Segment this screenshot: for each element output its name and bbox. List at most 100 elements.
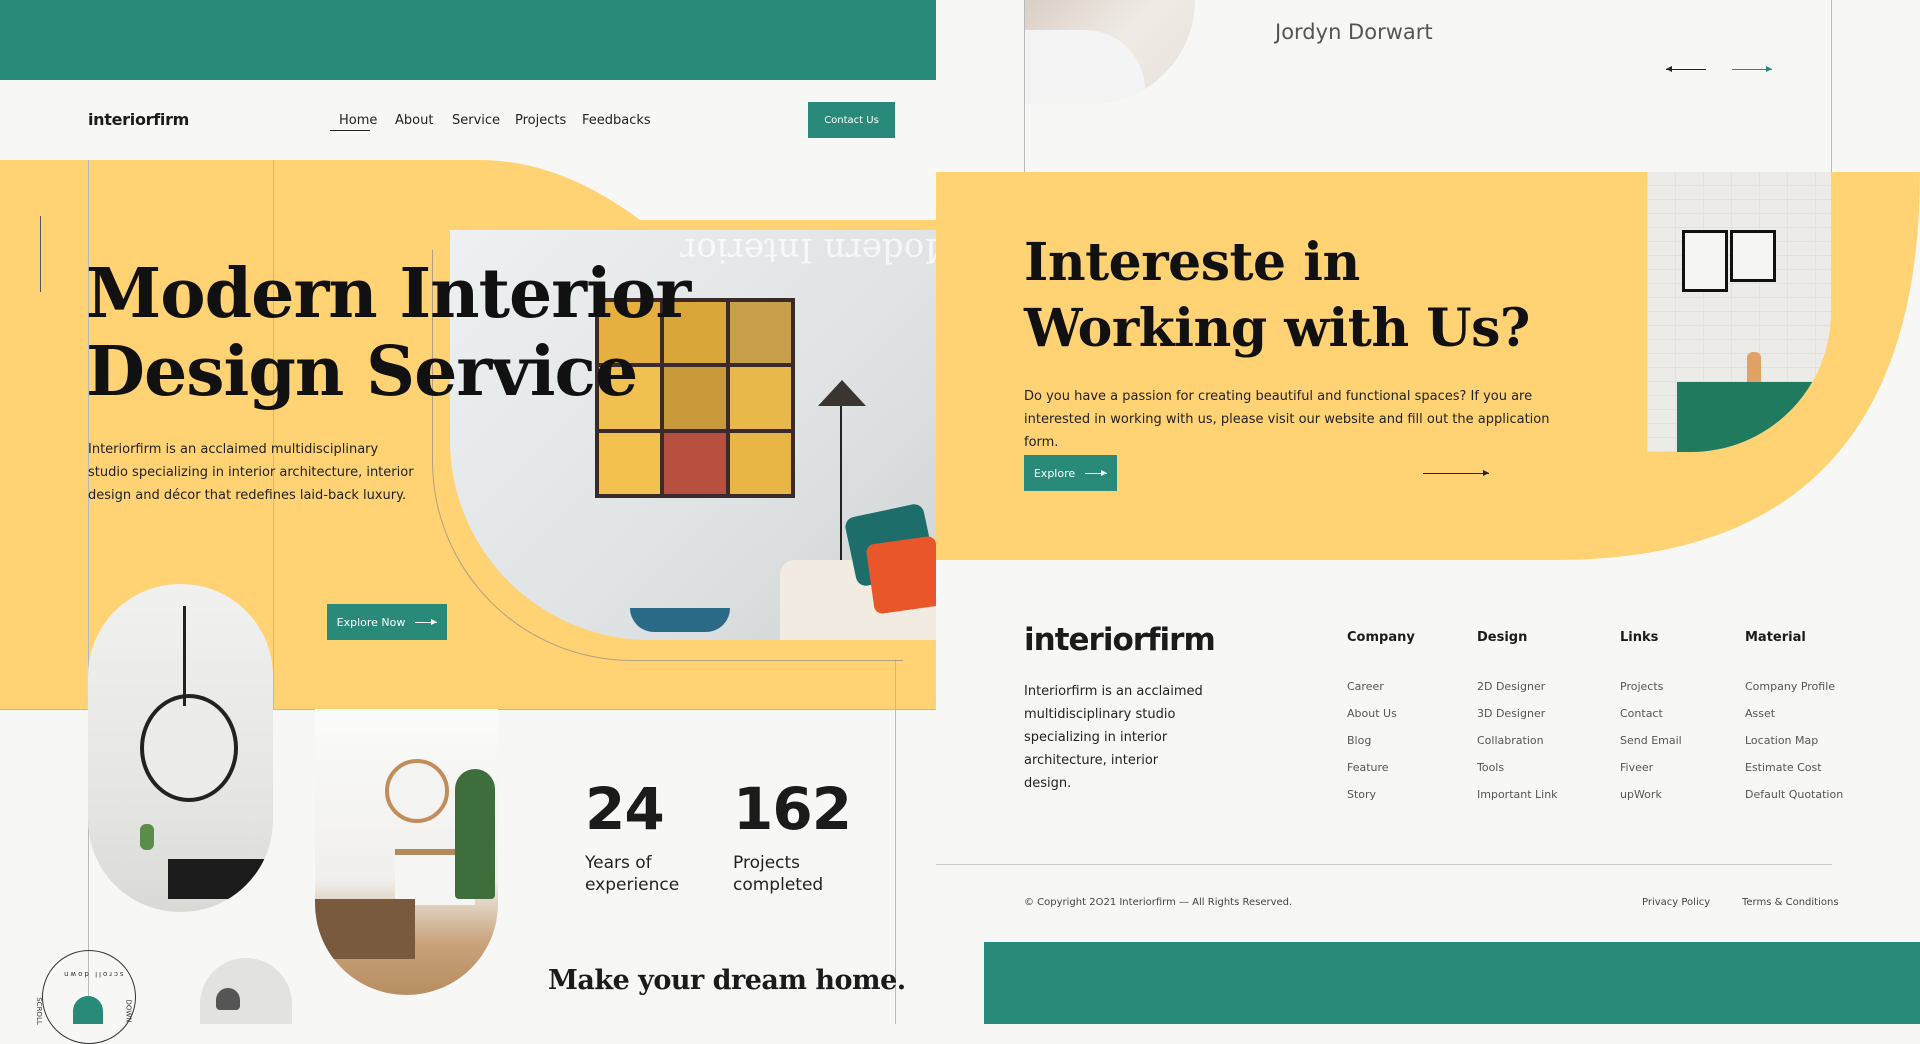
wall-mirror: [385, 759, 449, 823]
footer-col-links: Links Projects Contact Send Email Fiveer…: [1620, 630, 1730, 810]
plant: [455, 769, 495, 899]
nav-home[interactable]: Home: [339, 113, 377, 128]
contact-us-label: Contact Us: [824, 114, 879, 126]
cta-title: Intereste in Working with Us?: [1024, 230, 1530, 362]
stat-years-label: Years of experience: [585, 852, 679, 896]
frame-one: [1682, 230, 1728, 292]
explore-now-label: Explore Now: [336, 615, 406, 629]
stat-projects-label-line2: completed: [733, 875, 824, 895]
lamp-thumb-photo: [200, 958, 292, 1024]
stat-years-label-line2: experience: [585, 875, 680, 895]
contact-us-button[interactable]: Contact Us: [808, 102, 895, 138]
arrow-right-icon: [1766, 66, 1772, 72]
arrow-right-icon: [1085, 469, 1108, 476]
frame-two: [1730, 230, 1776, 282]
testimonial-name: Jordyn Dorwart: [1275, 20, 1433, 44]
footer-link[interactable]: Projects: [1620, 680, 1663, 693]
footer-link[interactable]: Estimate Cost: [1745, 761, 1822, 774]
scroll-indicator-pill: [73, 996, 103, 1024]
footer-col-title: Design: [1477, 630, 1528, 645]
desk-lamp: [216, 988, 240, 1010]
console-table: [168, 859, 273, 899]
footer-link[interactable]: Feature: [1347, 761, 1389, 774]
footer-link[interactable]: Contact: [1620, 707, 1663, 720]
nav-active-underline: [330, 130, 370, 131]
nav-projects[interactable]: Projects: [515, 113, 566, 128]
footer-link[interactable]: Story: [1347, 788, 1376, 801]
right-frame-right: [1831, 0, 1832, 172]
scroll-badge-right-text: DOWN: [124, 999, 133, 1023]
nav-feedbacks[interactable]: Feedbacks: [582, 113, 651, 128]
footer-link[interactable]: Important Link: [1477, 788, 1558, 801]
footer-link[interactable]: Blog: [1347, 734, 1371, 747]
footer-link[interactable]: 2D Designer: [1477, 680, 1545, 693]
small-cactus: [140, 824, 154, 850]
footer-link[interactable]: Tools: [1477, 761, 1504, 774]
footer-link[interactable]: Company Profile: [1745, 680, 1835, 693]
footer-link[interactable]: Default Quotation: [1745, 788, 1843, 801]
footer-col-title: Company: [1347, 630, 1415, 645]
cta-frame-photo: [1647, 172, 1831, 452]
mirror-strap: [183, 606, 186, 706]
footer-link[interactable]: Collabration: [1477, 734, 1544, 747]
footer-link[interactable]: upWork: [1620, 788, 1662, 801]
cta-description: Do you have a passion for creating beaut…: [1024, 389, 1550, 450]
nav-about[interactable]: About: [395, 113, 433, 128]
cta-title-line2: Working with Us?: [1024, 298, 1530, 359]
scroll-badge-top-text: scroll down: [62, 970, 124, 978]
stat-projects-label-line1: Projects: [733, 853, 801, 873]
nav-service[interactable]: Service: [452, 113, 500, 128]
bed: [315, 899, 415, 959]
next-arrow-button[interactable]: [1732, 66, 1772, 72]
footer-logo[interactable]: interiorfirm: [1024, 622, 1216, 658]
footer-terms-link[interactable]: Terms & Conditions: [1742, 897, 1839, 908]
arrow-left-icon: [1666, 66, 1672, 72]
tagline: Make your dream home.: [548, 965, 906, 996]
cta-title-line1: Intereste in: [1024, 232, 1360, 293]
footer-col-title: Material: [1745, 630, 1806, 645]
green-cabinet: [1677, 382, 1831, 452]
bedroom-pill-photo: [315, 709, 498, 995]
footer-link[interactable]: Asset: [1745, 707, 1775, 720]
stat-years-label-line1: Years of: [585, 853, 652, 873]
testimonial-photo: [1025, 0, 1195, 104]
hero-side-accent: [40, 216, 41, 292]
arrow-right-icon: [415, 618, 438, 625]
footer-privacy-link[interactable]: Privacy Policy: [1642, 897, 1710, 908]
footer-link[interactable]: Location Map: [1745, 734, 1818, 747]
footer-link[interactable]: Send Email: [1620, 734, 1682, 747]
header-logo[interactable]: interiorfirm: [88, 110, 189, 129]
mirror-pill-photo: [88, 584, 273, 912]
bottom-teal-banner: [984, 942, 1920, 1024]
stat-years-number: 24: [585, 775, 665, 843]
hero-title-line2: Design Service: [86, 332, 638, 412]
hero-title-line1: Modern Interior: [86, 254, 691, 334]
footer-copyright: © Copyright 2O21 Interiorfirm — All Righ…: [1024, 897, 1293, 908]
footer-link[interactable]: Career: [1347, 680, 1384, 693]
cta-explore-button[interactable]: Explore: [1024, 455, 1117, 491]
grid-line-v2: [273, 160, 274, 710]
stat-projects-number: 162: [733, 775, 852, 843]
footer-description: Interiorfirm is an acclaimed multidiscip…: [1024, 684, 1203, 791]
stat-projects-label: Projects completed: [733, 852, 823, 896]
footer-link[interactable]: 3D Designer: [1477, 707, 1545, 720]
round-mirror: [140, 694, 238, 802]
footer-col-design: Design 2D Designer 3D Designer Collabrat…: [1477, 630, 1597, 810]
scroll-badge-left-text: SCROLL: [34, 997, 43, 1025]
footer-link[interactable]: About Us: [1347, 707, 1397, 720]
prev-arrow-button[interactable]: [1666, 66, 1706, 72]
arrow-right-icon: [1483, 470, 1489, 476]
shirt: [1025, 30, 1145, 104]
hero-watermark: Modern Interior: [680, 230, 960, 270]
explore-now-button[interactable]: Explore Now: [327, 604, 447, 640]
cta-long-arrow[interactable]: [1423, 470, 1489, 476]
footer-col-title: Links: [1620, 630, 1659, 645]
footer-divider: [936, 864, 1832, 865]
footer-col-company: Company Career About Us Blog Feature Sto…: [1347, 630, 1467, 810]
hero-title: Modern Interior Design Service: [86, 254, 691, 412]
footer-link[interactable]: Fiveer: [1620, 761, 1653, 774]
footer-col-material: Material Company Profile Asset Location …: [1745, 630, 1865, 810]
hero-description: Interiorfirm is an acclaimed multidiscip…: [88, 442, 414, 503]
cta-explore-label: Explore: [1033, 466, 1076, 480]
top-teal-banner: [0, 0, 936, 80]
